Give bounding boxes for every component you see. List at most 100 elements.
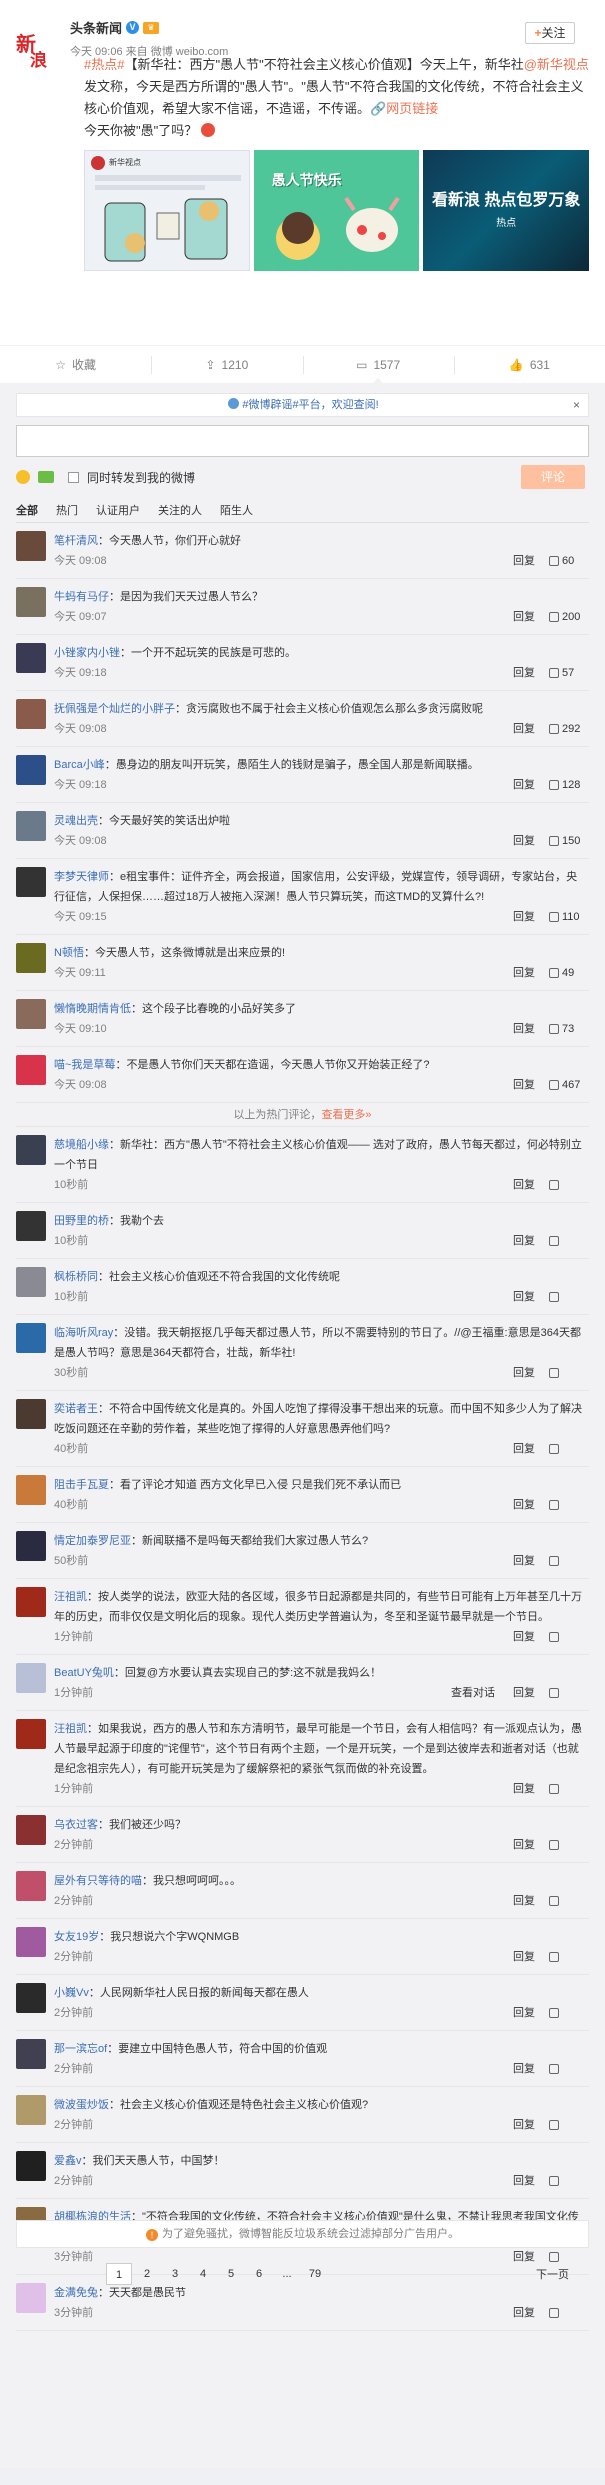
comment-like-button[interactable] <box>549 1180 583 1190</box>
post-image-2[interactable]: 愚人节快乐 <box>253 150 420 271</box>
reply-button[interactable]: 回复 <box>513 1439 549 1459</box>
reply-button[interactable]: 回复 <box>513 663 549 683</box>
comment-like-button[interactable] <box>549 1784 583 1794</box>
author-avatar[interactable]: 新 浪 <box>16 26 56 71</box>
commenter-avatar[interactable] <box>16 1927 46 1957</box>
image-upload-icon[interactable] <box>38 471 54 483</box>
reply-button[interactable]: 回复 <box>513 719 549 739</box>
reply-button[interactable]: 回复 <box>513 1019 549 1039</box>
commenter-name[interactable]: 牛蚂有马仔 <box>54 591 109 603</box>
comment-like-button[interactable] <box>549 1896 583 1906</box>
commenter-name[interactable]: 汪祖凯 <box>54 1723 87 1735</box>
commenter-name[interactable]: 女友19岁 <box>54 1931 99 1943</box>
commenter-avatar[interactable] <box>16 1475 46 1505</box>
commenter-name[interactable]: 小锉家内小锉 <box>54 647 120 659</box>
comment-like-button[interactable]: 467 <box>549 1075 583 1095</box>
reply-button[interactable]: 回复 <box>513 1075 549 1095</box>
commenter-avatar[interactable] <box>16 2095 46 2125</box>
commenter-avatar[interactable] <box>16 1531 46 1561</box>
reply-button[interactable]: 回复 <box>513 2171 549 2191</box>
reply-button[interactable]: 回复 <box>513 1835 549 1855</box>
comment-like-button[interactable]: 128 <box>549 775 583 795</box>
comment-like-button[interactable] <box>549 1444 583 1454</box>
comment-like-button[interactable]: 150 <box>549 831 583 851</box>
commenter-name[interactable]: 微波蛋炒饭 <box>54 2099 109 2111</box>
comment-button[interactable]: ▭ 1577 <box>302 346 454 384</box>
commenter-name[interactable]: 抚佩强是个灿烂的小胖子 <box>54 703 175 715</box>
emoji-picker-icon[interactable] <box>16 470 30 484</box>
comment-like-button[interactable] <box>549 1236 583 1246</box>
commenter-avatar[interactable] <box>16 1055 46 1085</box>
post-image-1[interactable]: 新华视点 <box>84 150 250 271</box>
reply-button[interactable]: 回复 <box>513 2303 549 2323</box>
comment-like-button[interactable]: 60 <box>549 551 583 571</box>
tab-following[interactable]: 关注的人 <box>158 502 202 518</box>
commenter-avatar[interactable] <box>16 755 46 785</box>
commenter-avatar[interactable] <box>16 999 46 1029</box>
comment-like-button[interactable]: 57 <box>549 663 583 683</box>
commenter-avatar[interactable] <box>16 1399 46 1429</box>
commenter-name[interactable]: 情定加泰罗尼亚 <box>54 1535 131 1547</box>
comment-input[interactable] <box>16 425 589 457</box>
reply-button[interactable]: 回复 <box>513 1947 549 1967</box>
commenter-name[interactable]: 爱鑫v <box>54 2155 82 2167</box>
comment-like-button[interactable] <box>549 2008 583 2018</box>
commenter-avatar[interactable] <box>16 1663 46 1693</box>
commenter-name[interactable]: 临海听风ray <box>54 1327 113 1339</box>
comment-like-button[interactable]: 200 <box>549 607 583 627</box>
reply-button[interactable]: 回复 <box>513 831 549 851</box>
page-number[interactable]: 3 <box>162 2263 188 2285</box>
commenter-name[interactable]: 汪祖凯 <box>54 1591 87 1603</box>
commenter-avatar[interactable] <box>16 1815 46 1845</box>
commenter-avatar[interactable] <box>16 1719 46 1749</box>
commenter-name[interactable]: 慈境船小缘 <box>54 1139 109 1151</box>
page-number[interactable]: 2 <box>134 2263 160 2285</box>
reply-button[interactable]: 回复 <box>513 1683 549 1703</box>
comment-like-button[interactable] <box>549 2064 583 2074</box>
page-number[interactable]: 79 <box>302 2263 328 2285</box>
commenter-name[interactable]: N顿悟 <box>54 947 84 959</box>
commenter-avatar[interactable] <box>16 1267 46 1297</box>
commenter-avatar[interactable] <box>16 1983 46 2013</box>
commenter-name[interactable]: 李梦天律师 <box>54 871 109 883</box>
comment-like-button[interactable] <box>549 2308 583 2318</box>
post-image-3[interactable]: 看新浪 热点包罗万象 热点 <box>423 150 590 271</box>
reply-button[interactable]: 回复 <box>513 2059 549 2079</box>
reply-button[interactable]: 回复 <box>513 963 549 983</box>
view-conversation-link[interactable]: 查看对话 <box>451 1683 505 1703</box>
reply-button[interactable]: 回复 <box>513 1363 549 1383</box>
reply-button[interactable]: 回复 <box>513 1495 549 1515</box>
commenter-avatar[interactable] <box>16 587 46 617</box>
comment-like-button[interactable]: 49 <box>549 963 583 983</box>
next-page-link[interactable]: 下一页 <box>536 2266 569 2282</box>
reply-button[interactable]: 回复 <box>513 1175 549 1195</box>
comment-like-button[interactable]: 110 <box>549 907 583 927</box>
tab-strangers[interactable]: 陌生人 <box>220 502 253 518</box>
commenter-name[interactable]: 那一滨忘of <box>54 2043 107 2055</box>
commenter-name[interactable]: 小巍Vv <box>54 1987 89 1999</box>
commenter-avatar[interactable] <box>16 1323 46 1353</box>
reply-button[interactable]: 回复 <box>513 607 549 627</box>
comment-like-button[interactable] <box>549 1632 583 1642</box>
comment-like-button[interactable]: 73 <box>549 1019 583 1039</box>
view-more-link[interactable]: 查看更多» <box>321 1109 371 1121</box>
page-number[interactable]: ... <box>274 2263 300 2285</box>
commenter-name[interactable]: 奕诺者王 <box>54 1403 98 1415</box>
web-link[interactable]: 🔗网页链接 <box>370 101 438 116</box>
rumor-notice-link[interactable]: #微博辟谣#平台，欢迎查阅! <box>242 399 378 411</box>
comment-like-button[interactable] <box>549 2120 583 2130</box>
comment-like-button[interactable] <box>549 1292 583 1302</box>
commenter-avatar[interactable] <box>16 531 46 561</box>
tab-verified[interactable]: 认证用户 <box>96 502 140 518</box>
favorite-button[interactable]: ☆ 收藏 <box>0 346 151 383</box>
commenter-name[interactable]: 枫栎桥同 <box>54 1271 98 1283</box>
page-number[interactable]: 1 <box>106 2263 132 2285</box>
tab-all[interactable]: 全部 <box>16 502 38 518</box>
commenter-name[interactable]: Barca小峰 <box>54 759 105 771</box>
reply-button[interactable]: 回复 <box>513 2115 549 2135</box>
commenter-name[interactable]: 乌衣过客 <box>54 1819 98 1831</box>
follow-button[interactable]: +关注 <box>525 22 575 44</box>
commenter-name[interactable]: 懒惰晚期情肯低 <box>54 1003 131 1015</box>
reply-button[interactable]: 回复 <box>513 1627 549 1647</box>
reply-button[interactable]: 回复 <box>513 775 549 795</box>
